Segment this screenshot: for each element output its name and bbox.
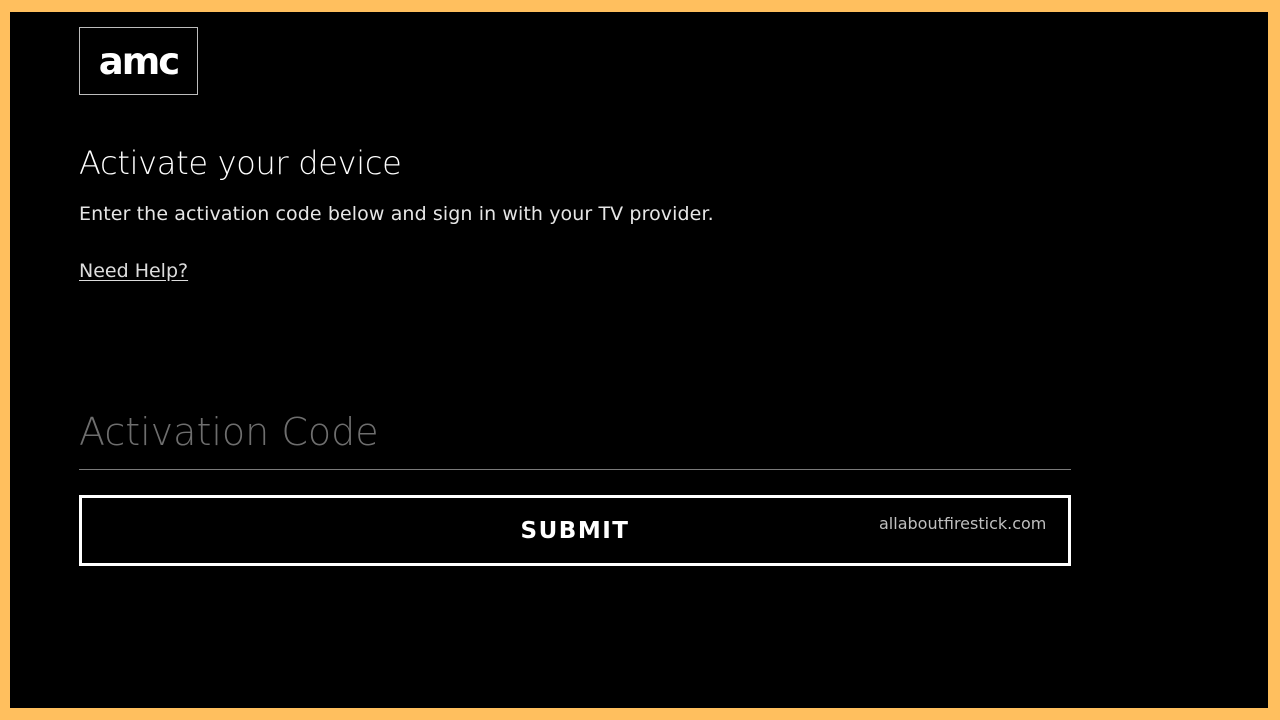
activation-page: amc Activate your device Enter the activ… (10, 12, 1268, 708)
amc-logo: amc (79, 27, 198, 95)
page-title: Activate your device (79, 144, 402, 182)
page-subtitle: Enter the activation code below and sign… (79, 203, 714, 225)
submit-button[interactable]: SUBMIT (79, 495, 1071, 566)
activation-code-input[interactable] (79, 394, 1071, 470)
need-help-link[interactable]: Need Help? (79, 260, 188, 282)
logo-text: amc (98, 39, 180, 83)
